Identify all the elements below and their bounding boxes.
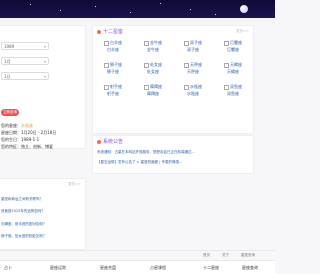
notice-item[interactable]: 【星空运势】发布公告了 > 星座的偏爱 | 专属的情感...: [97, 160, 182, 165]
zodiac-sagittarius[interactable]: 射手座 射手座: [93, 84, 133, 106]
chevron-down-icon: ▾: [43, 44, 46, 49]
info-value: 1月20日 - 2月18日: [21, 130, 57, 135]
gemini-icon: [184, 40, 189, 46]
virgo-icon: [144, 62, 149, 68]
cancer-icon: [224, 40, 229, 46]
more-link[interactable]: 更多>>: [236, 29, 249, 34]
month-select[interactable]: 1月 ▾: [1, 57, 49, 65]
zodiac-scorpio[interactable]: 天蝎座 天蝎座: [213, 62, 253, 84]
chevron-down-icon: ▾: [43, 59, 46, 64]
info-date: 星座日期：1月20日 - 2月18日: [1, 130, 56, 136]
qa-item[interactable]: 双鱼座2025年的运势如何？: [1, 209, 45, 214]
zodiac-gemini[interactable]: 双子座 双子座: [173, 40, 213, 62]
more-link[interactable]: 更多>>: [68, 182, 81, 187]
zodiac-lookup-panel: 1989 ▾ 1月 ▾ 1日 ▾ 立即查询 您的星座：水瓶座 星座日期：1月20…: [0, 25, 86, 149]
month-select-value: 1月: [4, 59, 11, 64]
notice-item[interactable]: 系统通知：占星在本网站开放服务，很受欢迎已正在前端通过...: [97, 150, 195, 155]
nav-item[interactable]: 星座运势: [50, 265, 66, 271]
info-value: 1989-1-1: [21, 137, 40, 142]
info-label: 您的星座：: [1, 123, 21, 128]
day-select[interactable]: 1日 ▾: [1, 72, 49, 80]
capricorn-icon: [144, 84, 149, 90]
nav-item[interactable]: 占星课程: [150, 265, 166, 271]
info-birthday: 您的生日：1989-1-1: [1, 137, 39, 143]
leo-icon: [104, 62, 109, 68]
nav-item[interactable]: 占卜: [4, 265, 12, 271]
nav-item[interactable]: 十二星座: [203, 265, 219, 271]
zodiac-aries[interactable]: 白羊座 白羊座: [93, 40, 133, 62]
footer-link[interactable]: 星座查询: [241, 253, 255, 258]
qa-panel: 更多>> 星座和命运之间有关联吗？ 双鱼座2025年的运势如何？ 天蝎座、射手座…: [0, 178, 86, 250]
aquarius-icon: [184, 84, 189, 90]
footer-links: 首页 关于 星座查询: [0, 250, 275, 259]
taurus-icon: [144, 40, 149, 46]
scorpio-icon: [224, 62, 229, 68]
section-title-text: 十二星座: [103, 29, 124, 35]
sagittarius-icon: [104, 84, 109, 90]
moon-icon: [240, 5, 248, 13]
zodiac-panel: 十二星座 更多>> 白羊座 白羊座 金牛座 金牛座 双子座 双子座 巨蟹座 巨蟹座 狮子…: [92, 25, 254, 134]
qa-item[interactable]: 星座和命运之间有关联吗？: [1, 197, 43, 202]
info-value: 水瓶座: [21, 123, 33, 128]
zodiac-aquarius[interactable]: 水瓶座 水瓶座: [173, 84, 213, 106]
zodiac-libra[interactable]: 天秤座 天秤座: [173, 62, 213, 84]
section-title: 十二星座: [97, 28, 123, 35]
aries-icon: [104, 40, 109, 46]
notice-panel: 系统公告 系统通知：占星在本网站开放服务，很受欢迎已正在前端通过... 【星空运…: [92, 135, 254, 174]
info-traits: 您的特征：独立、创新、博爱: [1, 144, 53, 150]
footer-link[interactable]: 关于: [222, 253, 229, 258]
zodiac-taurus[interactable]: 金牛座 金牛座: [133, 40, 173, 62]
year-select[interactable]: 1989 ▾: [1, 42, 49, 50]
search-button[interactable]: 立即查询: [1, 109, 19, 116]
qa-item[interactable]: 天蝎座、射手座的配对如何？: [1, 222, 47, 227]
star-icon: [97, 139, 101, 144]
section-title: 系统公告: [97, 138, 123, 145]
year-select-value: 1989: [4, 44, 15, 49]
zodiac-grid: 白羊座 白羊座 金牛座 金牛座 双子座 双子座 巨蟹座 巨蟹座 狮子座 狮子座 处女座 处女…: [93, 40, 253, 106]
info-label: 您的特征：: [1, 144, 21, 149]
qa-item[interactable]: 狮子座、处女座的相处如何？: [1, 234, 47, 239]
star-icon: [97, 29, 101, 34]
footer-link[interactable]: 首页: [203, 253, 210, 258]
top-banner: [0, 0, 275, 18]
chevron-down-icon: ▾: [43, 74, 46, 79]
zodiac-cancer[interactable]: 巨蟹座 巨蟹座: [213, 40, 253, 62]
nav-item[interactable]: 星座合盘: [100, 265, 116, 271]
nav-item[interactable]: 星座查询: [242, 265, 258, 271]
zodiac-capricorn[interactable]: 摩羯座 摩羯座: [133, 84, 173, 106]
section-title-text: 系统公告: [103, 139, 124, 145]
info-label: 星座日期：: [1, 130, 21, 135]
pisces-icon: [224, 84, 229, 90]
info-value: 独立、创新、博爱: [21, 144, 53, 149]
info-label: 您的生日：: [1, 137, 21, 142]
zodiac-leo[interactable]: 狮子座 狮子座: [93, 62, 133, 84]
bottom-nav: 占卜 星座运势 星座合盘 占星课程 十二星座 星座查询: [0, 260, 275, 274]
zodiac-pisces[interactable]: 双鱼座 双鱼座: [213, 84, 253, 106]
info-sign: 您的星座：水瓶座: [1, 123, 33, 129]
day-select-value: 1日: [4, 74, 11, 79]
zodiac-virgo[interactable]: 处女座 处女座: [133, 62, 173, 84]
libra-icon: [184, 62, 189, 68]
